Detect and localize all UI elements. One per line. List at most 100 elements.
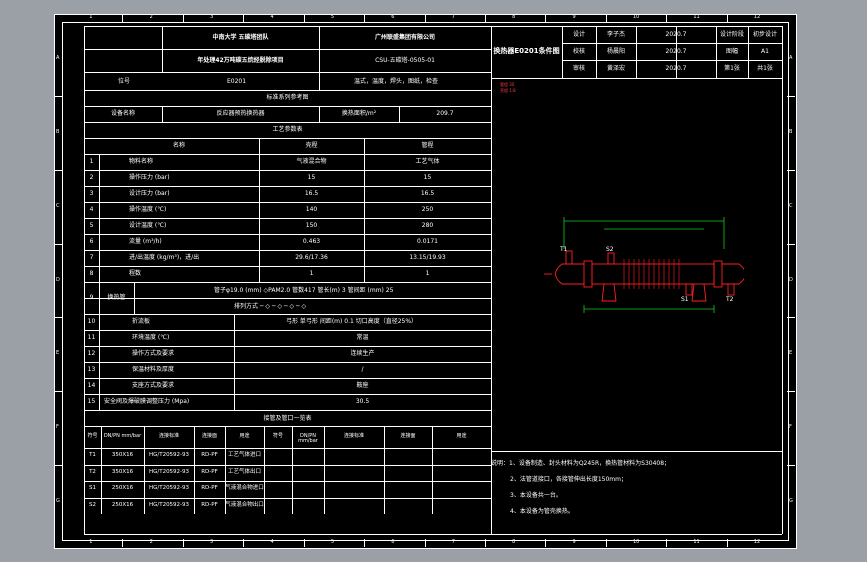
border-tick <box>787 95 795 97</box>
lower-row-line <box>84 410 491 411</box>
nozzle-header: 符号 <box>272 433 283 439</box>
nozzle-header: 用途 <box>239 433 250 439</box>
process-row-number: 3 <box>89 190 94 197</box>
nozzle-cell: 工艺气体出口 <box>227 468 261 475</box>
tube-spec-label: 换热管 <box>107 294 126 301</box>
process-row-number: 5 <box>89 222 94 229</box>
border-letter: F <box>56 424 59 431</box>
lower-row-name: 操作方式及要求 <box>132 350 175 357</box>
tube-bundle-fins <box>623 259 680 289</box>
border-tick <box>787 169 795 171</box>
process-row-shell: 140 <box>305 206 318 213</box>
border-number: 6 <box>391 539 395 545</box>
process-row-shell: 0.463 <box>302 238 321 245</box>
lower-row-value: / <box>361 366 364 373</box>
lower-row-value: 常温 <box>356 334 369 341</box>
title-cell: 第1张 <box>724 65 740 72</box>
border-tick <box>54 317 62 319</box>
std-series-title: 标准系列参考图 <box>266 94 309 101</box>
tube-spec-line-1: 管子φ19.0 (mm) ◇PAM2.0 管数417 管长(m) 3 管间距 (… <box>214 287 394 294</box>
title-cell: 校核 <box>572 48 585 55</box>
border-letter: A <box>789 54 793 61</box>
equipment-name-label: 设备名称 <box>110 110 135 117</box>
tiny-legend-1: 管程 30 <box>500 82 515 87</box>
process-row-line <box>84 170 491 171</box>
border-letter: D <box>789 276 793 283</box>
tiny-legend-2: 壳程 1:8 <box>500 88 516 93</box>
row-9-number: 9 <box>89 294 94 301</box>
project-name: 年处理42万吨碳五烷烃脱除项目 <box>197 57 284 64</box>
title-cell: 设计阶段 <box>719 31 744 38</box>
border-tick <box>605 14 607 22</box>
lower-row-name: 折流板 <box>132 318 151 325</box>
border-letter: E <box>56 350 60 357</box>
nozzle-cell: HG/T20592-93 <box>148 485 190 491</box>
nozzle-cell: 工艺气体进口 <box>227 452 261 458</box>
drawing-sheet: 1 2 3 4 5 6 7 8 9 10 11 12 1 2 3 4 5 6 7 8 9 10 11 12 ABCDEFG … <box>54 14 797 549</box>
nozzle-cell: S2 <box>89 501 96 508</box>
title-cell: 审核 <box>572 65 585 72</box>
border-tick <box>54 465 62 467</box>
border-number: 2 <box>149 14 153 20</box>
border-tick <box>122 14 124 22</box>
nozzle-header: 连接标准 <box>158 433 179 439</box>
nozzle-label-t2: T2 <box>725 296 734 303</box>
border-tick <box>787 243 795 245</box>
lower-row-value: 连续生产 <box>350 350 375 357</box>
lower-row-number: 15 <box>87 398 96 405</box>
border-tick <box>243 14 245 22</box>
process-row-name: 设计压力 (bar) <box>129 190 170 197</box>
nozzle-col-line <box>324 426 325 514</box>
process-row-line <box>84 250 491 251</box>
lower-row-value: 鞍座 <box>356 382 369 389</box>
border-tick <box>54 391 62 393</box>
title-cell: A1 <box>761 48 769 55</box>
nozzle-header: 用途 <box>456 433 467 439</box>
process-row-line <box>84 282 491 283</box>
border-number: 12 <box>753 14 761 20</box>
border-tick <box>726 14 728 22</box>
border-tick <box>666 539 668 547</box>
area-value: 209.7 <box>436 110 454 117</box>
process-row-name: 进/出温度 (kg/m³)，进/出 <box>129 254 200 261</box>
lower-row-name: 安全阀及爆破膜调整压力 (Mpa) <box>104 398 190 405</box>
lower-row-number: 12 <box>87 350 96 357</box>
lower-row-value: 弓形 单弓形 间距(m) 0.1 切口高度（直径25%） <box>286 318 418 325</box>
process-row-number: 2 <box>89 174 94 181</box>
title-cell: 图幅 <box>725 48 738 55</box>
border-tick <box>303 14 305 22</box>
border-number: 5 <box>330 539 335 545</box>
nozzle-col-line <box>264 426 265 514</box>
nozzle-cell: 气液混合物进口 <box>225 485 264 491</box>
lower-row-line <box>84 394 491 395</box>
border-letter: B <box>56 128 60 135</box>
process-header-shell: 壳程 <box>305 142 318 149</box>
nozzle-col-line <box>432 426 433 514</box>
process-row-line <box>84 202 491 203</box>
border-tick <box>54 95 62 97</box>
nozzle-cell: 250X16 <box>111 485 134 491</box>
nozzle-row-line <box>84 497 491 499</box>
process-row-number: 4 <box>89 206 94 213</box>
process-row-shell: 16.5 <box>304 190 319 197</box>
border-tick <box>182 539 184 547</box>
border-number: 9 <box>572 539 576 545</box>
title-cell: 初步设计 <box>752 31 777 38</box>
title-cell: 杨晨阳 <box>606 48 625 55</box>
lower-row-number: 10 <box>87 318 96 325</box>
process-row-line <box>84 218 491 219</box>
border-letter: A <box>56 54 60 61</box>
lower-row-name: 保温材料及厚度 <box>132 366 175 373</box>
border-number: 3 <box>210 539 214 545</box>
process-row-tube: 1 <box>425 270 430 277</box>
nozzle-row-line <box>84 464 491 466</box>
border-tick <box>243 539 245 547</box>
process-row-name: 操作压力 (bar) <box>129 174 170 181</box>
org-name-2: 广州联盛集团有限公司 <box>374 34 435 41</box>
process-row-tube: 0.0171 <box>417 238 438 245</box>
nozzle-cell: S1 <box>89 485 96 491</box>
note-line: 2、法管道接口，各接管伸出长度150mm； <box>510 476 627 483</box>
process-row-shell: 15 <box>307 174 316 181</box>
process-row-tube: 15 <box>423 174 432 181</box>
border-tick <box>545 539 547 547</box>
